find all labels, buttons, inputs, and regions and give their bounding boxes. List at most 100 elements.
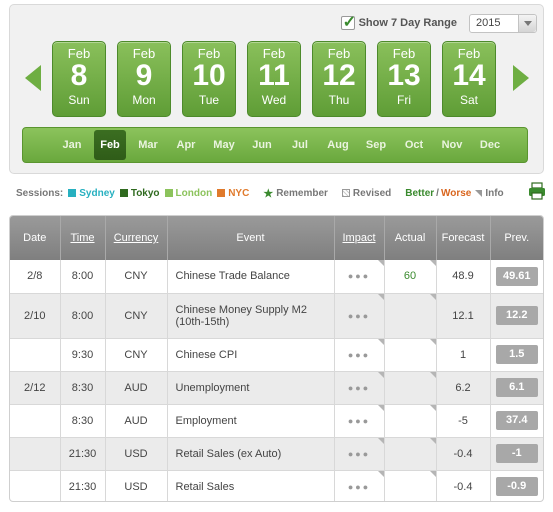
cell-previous: 49.61 xyxy=(490,260,543,294)
table-row[interactable]: 9:30 CNY Chinese CPI ●●● 1 1.5 xyxy=(10,338,543,372)
month-dec[interactable]: Dec xyxy=(471,130,509,160)
day-number: 9 xyxy=(135,59,153,92)
table-row[interactable]: 2/8 8:00 CNY Chinese Trade Balance ●●● 60 48.9… xyxy=(10,260,543,294)
cell-actual[interactable] xyxy=(384,338,437,372)
cell-currency: AUD xyxy=(105,404,168,438)
cell-previous: -1 xyxy=(490,437,543,471)
month-jan[interactable]: Jan xyxy=(53,130,91,160)
day-number: 13 xyxy=(387,59,421,92)
col-time[interactable]: Time xyxy=(60,216,106,260)
day-number: 14 xyxy=(452,59,486,92)
day-button[interactable]: Feb 11 Wed xyxy=(247,41,301,117)
printer-icon[interactable] xyxy=(528,182,546,200)
table-row[interactable]: 21:30 USD Retail Sales ●●● -0.4 -0.9 xyxy=(10,470,543,501)
day-button[interactable]: Feb 14 Sat xyxy=(442,41,496,117)
month-nov[interactable]: Nov xyxy=(433,130,471,160)
day-button[interactable]: Feb 13 Fri xyxy=(377,41,431,117)
info-corner-icon xyxy=(475,189,483,197)
cell-actual[interactable] xyxy=(384,293,437,339)
impact-dots-icon: ●●● xyxy=(347,382,371,393)
session-swatch xyxy=(164,189,173,197)
chevron-down-icon[interactable] xyxy=(518,14,536,32)
next-week-arrow-icon[interactable] xyxy=(513,65,529,91)
year-value: 2015 xyxy=(476,16,501,29)
cell-previous: -0.9 xyxy=(490,470,543,501)
cell-forecast: -0.4 xyxy=(436,437,491,471)
day-number: 12 xyxy=(322,59,356,92)
table-row[interactable]: 2/10 8:00 CNY Chinese Money Supply M2 (10th… xyxy=(10,293,543,339)
sessions-label: Sessions: xyxy=(16,187,64,199)
impact-dots-icon: ●●● xyxy=(347,481,371,492)
cell-time: 8:00 xyxy=(60,260,106,294)
cell-event[interactable]: Chinese CPI xyxy=(167,338,335,372)
table-row[interactable]: 21:30 USD Retail Sales (ex Auto) ●●● -0.4 -1 xyxy=(10,437,543,471)
day-weekday: Sun xyxy=(68,93,90,107)
previous-value: 6.1 xyxy=(495,378,538,397)
month-selector: Jan Feb Mar Apr May Jun Jul Aug Sep Oct Nov Dec xyxy=(22,127,528,163)
cell-date: 2/12 xyxy=(10,371,61,405)
impact-dots-icon: ●●● xyxy=(347,271,371,282)
cell-actual[interactable] xyxy=(384,470,437,501)
impact-dots-icon: ●●● xyxy=(347,310,371,321)
revised-icon xyxy=(341,189,350,197)
cell-actual[interactable]: 60 xyxy=(384,260,437,294)
month-may[interactable]: May xyxy=(205,130,243,160)
cell-impact: ●●● xyxy=(334,260,385,294)
cell-forecast: 6.2 xyxy=(436,371,491,405)
month-oct[interactable]: Oct xyxy=(395,130,433,160)
day-button[interactable]: Feb 10 Tue xyxy=(182,41,236,117)
session-label: Tokyo xyxy=(130,187,160,199)
star-icon: ★ xyxy=(263,187,274,200)
cell-impact: ●●● xyxy=(334,338,385,372)
month-jun[interactable]: Jun xyxy=(243,130,281,160)
cell-currency: CNY xyxy=(105,338,168,372)
session-label: London xyxy=(175,187,213,199)
month-jul[interactable]: Jul xyxy=(281,130,319,160)
revised-legend: Revised xyxy=(341,188,391,199)
cell-impact: ●●● xyxy=(334,437,385,471)
day-weekday: Tue xyxy=(198,93,220,107)
cell-actual[interactable] xyxy=(384,404,437,438)
cell-time: 8:30 xyxy=(60,404,106,438)
show-range-label: Show 7 Day Range xyxy=(358,17,457,29)
col-currency[interactable]: Currency xyxy=(105,216,168,260)
calendar-panel: ✓ Show 7 Day Range 2015 Feb 8 Sun Feb 9 Mon Fe… xyxy=(9,4,544,174)
day-button[interactable]: Feb 12 Thu xyxy=(312,41,366,117)
cell-time: 8:30 xyxy=(60,371,106,405)
cell-event[interactable]: Retail Sales (ex Auto) xyxy=(167,437,335,471)
prev-week-arrow-icon[interactable] xyxy=(25,65,41,91)
month-sep[interactable]: Sep xyxy=(357,130,395,160)
cell-event[interactable]: Retail Sales xyxy=(167,470,335,501)
cell-previous: 37.4 xyxy=(490,404,543,438)
col-impact[interactable]: Impact xyxy=(334,216,385,260)
table-row[interactable]: 8:30 AUD Employment ●●● -5 37.4 xyxy=(10,404,543,438)
day-button[interactable]: Feb 9 Mon xyxy=(117,41,171,117)
month-mar[interactable]: Mar xyxy=(129,130,167,160)
month-feb[interactable]: Feb xyxy=(94,130,126,160)
show-range-checkbox[interactable]: ✓ xyxy=(340,14,356,31)
cell-event[interactable]: Unemployment xyxy=(167,371,335,405)
month-aug[interactable]: Aug xyxy=(319,130,357,160)
table-row[interactable]: 2/12 8:30 AUD Unemployment ●●● 6.2 6.1 xyxy=(10,371,543,405)
session-label: NYC xyxy=(228,187,250,199)
table-header-row: Date Time Currency Event Impact Actual F… xyxy=(10,216,543,260)
cell-date: 2/8 xyxy=(10,260,61,294)
month-apr[interactable]: Apr xyxy=(167,130,205,160)
impact-dots-icon: ●●● xyxy=(347,448,371,459)
day-number: 10 xyxy=(192,59,226,92)
cell-date: 2/10 xyxy=(10,293,61,339)
previous-value: 12.2 xyxy=(495,306,538,325)
previous-value: 1.5 xyxy=(495,345,538,364)
cell-actual[interactable] xyxy=(384,371,437,405)
cell-event[interactable]: Chinese Money Supply M2 (10th-15th) xyxy=(167,293,335,339)
cell-impact: ●●● xyxy=(334,470,385,501)
impact-dots-icon: ●●● xyxy=(347,349,371,360)
day-button[interactable]: Feb 8 Sun xyxy=(52,41,106,117)
col-date: Date xyxy=(10,216,61,260)
cell-date xyxy=(10,470,61,501)
day-weekday: Sat xyxy=(459,93,478,107)
cell-actual[interactable] xyxy=(384,437,437,471)
cell-event[interactable]: Employment xyxy=(167,404,335,438)
cell-event[interactable]: Chinese Trade Balance xyxy=(167,260,335,294)
year-select[interactable]: 2015 xyxy=(469,13,537,33)
